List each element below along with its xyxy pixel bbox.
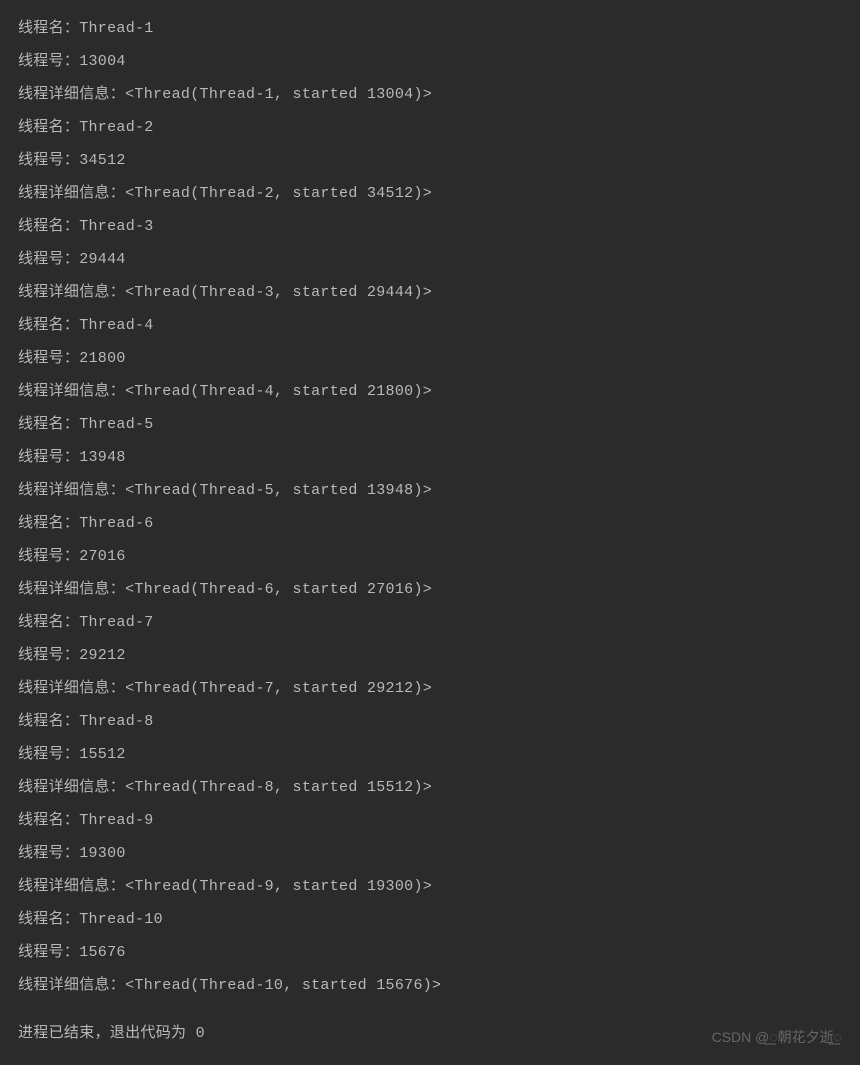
- thread-detail-line: 线程详细信息：<Thread(Thread-9, started 19300)>: [18, 870, 842, 903]
- thread-detail-line: 线程详细信息：<Thread(Thread-3, started 29444)>: [18, 276, 842, 309]
- console-output[interactable]: 线程名：Thread-1线程号：13004线程详细信息：<Thread(Thre…: [18, 12, 842, 1002]
- thread-id-line: 线程号：21800: [18, 342, 842, 375]
- thread-id-line: 线程号：29444: [18, 243, 842, 276]
- thread-name-line: 线程名：Thread-6: [18, 507, 842, 540]
- thread-detail-line: 线程详细信息：<Thread(Thread-8, started 15512)>: [18, 771, 842, 804]
- thread-name-line: 线程名：Thread-7: [18, 606, 842, 639]
- thread-id-line: 线程号：15512: [18, 738, 842, 771]
- thread-detail-line: 线程详细信息：<Thread(Thread-5, started 13948)>: [18, 474, 842, 507]
- thread-name-line: 线程名：Thread-2: [18, 111, 842, 144]
- thread-detail-line: 线程详细信息：<Thread(Thread-10, started 15676)…: [18, 969, 842, 1002]
- thread-detail-line: 线程详细信息：<Thread(Thread-7, started 29212)>: [18, 672, 842, 705]
- thread-id-line: 线程号：13948: [18, 441, 842, 474]
- thread-id-line: 线程号：15676: [18, 936, 842, 969]
- thread-detail-line: 线程详细信息：<Thread(Thread-4, started 21800)>: [18, 375, 842, 408]
- thread-detail-line: 线程详细信息：<Thread(Thread-1, started 13004)>: [18, 78, 842, 111]
- thread-name-line: 线程名：Thread-1: [18, 12, 842, 45]
- thread-detail-line: 线程详细信息：<Thread(Thread-2, started 34512)>: [18, 177, 842, 210]
- thread-id-line: 线程号：34512: [18, 144, 842, 177]
- thread-detail-line: 线程详细信息：<Thread(Thread-6, started 27016)>: [18, 573, 842, 606]
- thread-name-line: 线程名：Thread-8: [18, 705, 842, 738]
- thread-name-line: 线程名：Thread-10: [18, 903, 842, 936]
- thread-name-line: 线程名：Thread-4: [18, 309, 842, 342]
- thread-name-line: 线程名：Thread-9: [18, 804, 842, 837]
- thread-id-line: 线程号：27016: [18, 540, 842, 573]
- thread-name-line: 线程名：Thread-5: [18, 408, 842, 441]
- thread-id-line: 线程号：29212: [18, 639, 842, 672]
- thread-id-line: 线程号：19300: [18, 837, 842, 870]
- thread-name-line: 线程名：Thread-3: [18, 210, 842, 243]
- watermark: CSDN @꯭朝花夕逝꯭: [712, 1022, 842, 1053]
- thread-id-line: 线程号：13004: [18, 45, 842, 78]
